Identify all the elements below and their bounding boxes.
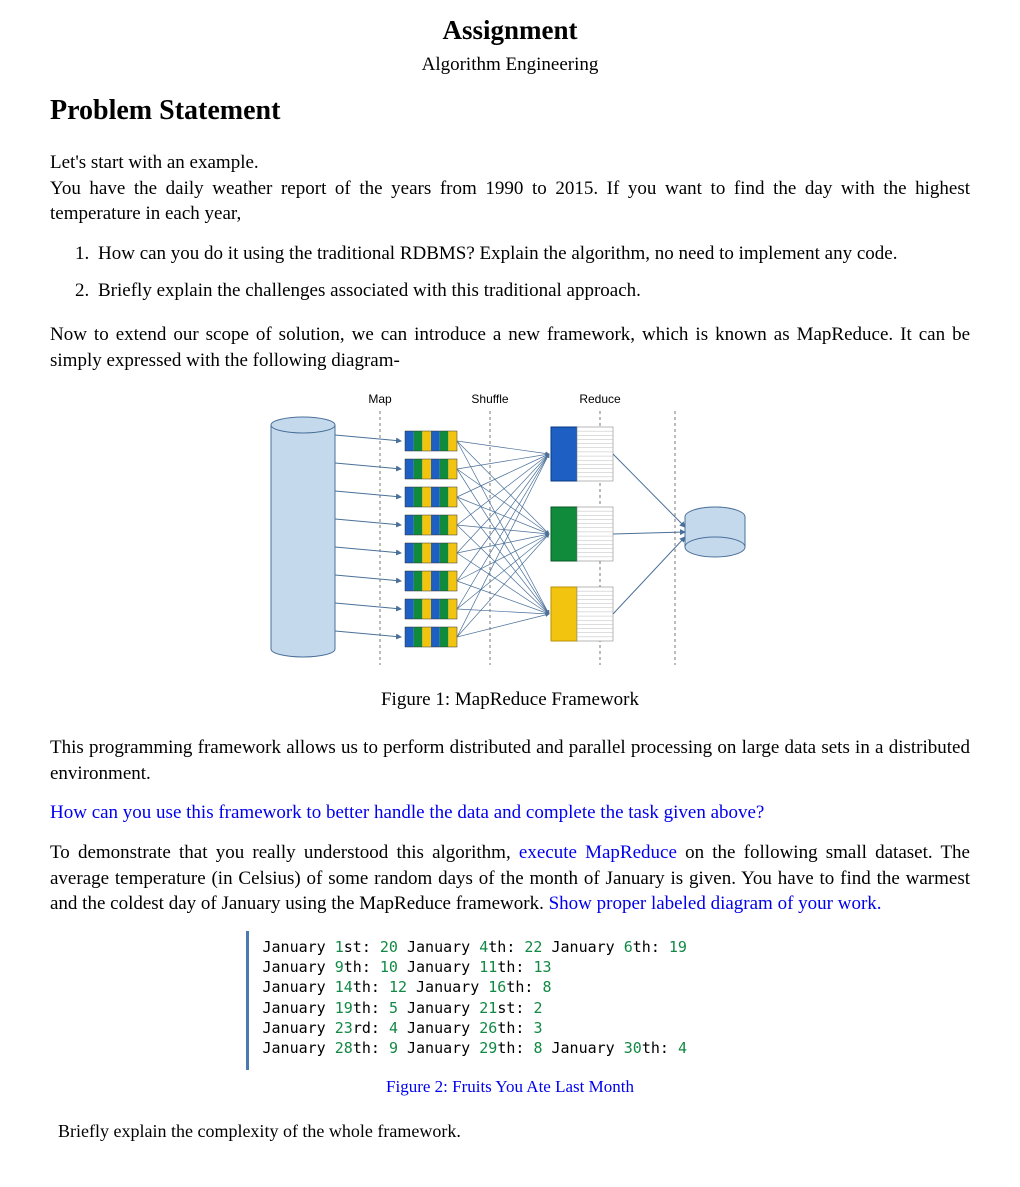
phase-label-map: Map [368,392,392,406]
figure1-caption: Figure 1: MapReduce Framework [50,687,970,713]
section-heading: Problem Statement [50,92,970,130]
question-2: Briefly explain the challenges associate… [94,278,970,304]
page-title: Assignment [50,12,970,48]
shuffle-output [551,427,613,641]
mapreduce-figure: Map Shuffle Reduce [50,387,970,677]
demo-paragraph: To demonstrate that you really understoo… [50,840,970,917]
emphasis-show-diagram: Show proper labeled diagram of your work… [549,893,882,914]
figure2-caption: Figure 2: Fruits You Ate Last Month [50,1076,970,1099]
intro-paragraph: Let's start with an example.You have the… [50,150,970,227]
phase-label-reduce: Reduce [579,392,621,406]
closing-line: Briefly explain the complexity of the wh… [58,1119,970,1143]
input-database-icon [271,417,335,657]
mapreduce-diagram: Map Shuffle Reduce [255,387,765,677]
emphasis-execute-mapreduce: execute MapReduce [519,842,677,863]
phase-label-shuffle: Shuffle [471,392,508,406]
framework-paragraph: This programming framework allows us to … [50,735,970,786]
question-list: How can you do it using the traditional … [50,241,970,304]
output-database-icon [685,507,745,557]
blue-question: How can you use this framework to better… [50,800,970,826]
scope-paragraph: Now to extend our scope of solution, we … [50,322,970,373]
question-1: How can you do it using the traditional … [94,241,970,267]
map-blocks [405,431,457,647]
page-subtitle: Algorithm Engineering [50,52,970,78]
dataset-block: January 1st: 20 January 4th: 22 January … [246,931,775,1071]
